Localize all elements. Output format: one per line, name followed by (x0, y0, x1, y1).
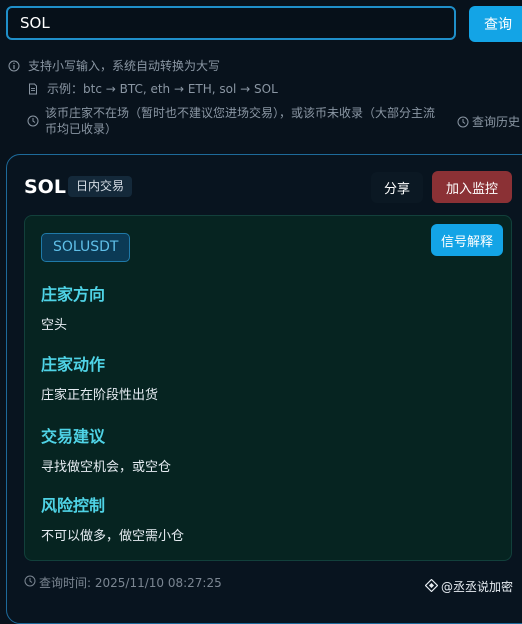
clock-icon (24, 575, 36, 587)
watermark-text: @丞丞说加密 (441, 580, 514, 594)
document-icon (29, 83, 37, 95)
hint-example-text: 示例：btc → BTC, eth → ETH, sol → SOL (47, 82, 278, 96)
coin-title: SOL (24, 176, 66, 198)
section-text-risk: 不可以做多，做空需小仓 (41, 529, 185, 544)
hint-warning-line2: 币均已收录） (45, 122, 118, 136)
history-link-label[interactable]: 查询历史 (472, 114, 520, 131)
hint-warning-line1: 该币庄家不在场（暂时也不建议您进场交易），或该币未收录（大部分主流 (45, 106, 436, 120)
history-icon (457, 116, 469, 128)
share-button[interactable]: 分享 (371, 172, 423, 203)
query-time-text: 查询时间: 2025/11/10 08:27:25 (39, 576, 222, 590)
section-heading-action: 庄家动作 (41, 355, 106, 374)
section-text-direction: 空头 (41, 318, 68, 333)
section-heading-risk: 风险控制 (41, 496, 106, 515)
section-heading-advice: 交易建议 (41, 427, 106, 446)
hint-case-text: 支持小写输入，系统自动转换为大写 (28, 59, 221, 73)
clock-icon (27, 115, 39, 127)
signal-explain-button[interactable]: 信号解释 (431, 224, 503, 256)
binance-diamond-icon (425, 579, 438, 592)
section-heading-direction: 庄家方向 (41, 285, 106, 304)
search-button[interactable]: 查询 (469, 6, 522, 42)
trade-type-badge: 日内交易 (68, 176, 133, 197)
add-monitor-button[interactable]: 加入监控 (432, 171, 512, 203)
info-circle-icon (8, 60, 20, 72)
section-text-action: 庄家正在阶段性出货 (41, 388, 159, 403)
symbol-badge: SOLUSDT (41, 233, 131, 262)
search-input[interactable] (6, 6, 456, 40)
section-text-advice: 寻找做空机会，或空仓 (41, 460, 172, 475)
